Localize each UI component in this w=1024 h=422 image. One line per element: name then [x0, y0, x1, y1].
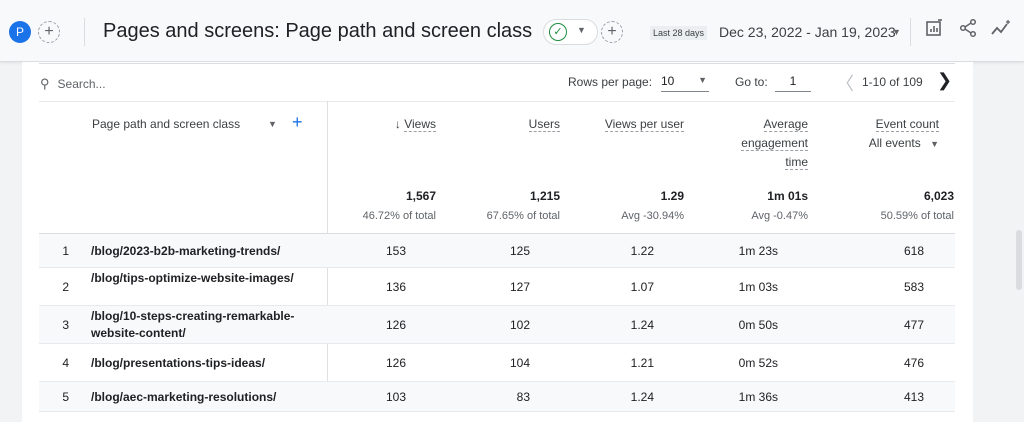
- cell-views: 126: [385, 356, 406, 370]
- goto-label: Go to:: [735, 75, 768, 89]
- column-total: 6,023: [923, 189, 954, 203]
- table-row[interactable]: 4 /blog/presentations-tips-ideas/126 104 1…: [39, 344, 955, 382]
- column-header-views-per-user[interactable]: Views per user: [604, 115, 684, 134]
- search-placeholder: Search...: [57, 77, 106, 91]
- page-title: Pages and screens: Page path and screen …: [103, 20, 533, 42]
- column-header-event-count[interactable]: Event count All events ▼: [869, 115, 939, 154]
- cell-events: 583: [903, 280, 924, 294]
- cell-views: 136: [385, 280, 406, 294]
- table-row[interactable]: 1 /blog/2023-b2b-marketing-trends/153 125…: [39, 234, 955, 268]
- add-filter-button[interactable]: +: [601, 21, 623, 43]
- cell-time: 0m 50s: [738, 318, 778, 332]
- column-total-percent: 46.72% of total: [362, 210, 436, 222]
- divider: [39, 63, 955, 64]
- cell-time: 0m 52s: [738, 356, 778, 370]
- chevron-down-icon: ▼: [577, 25, 586, 35]
- column-total-percent: Avg -30.94%: [621, 210, 684, 222]
- cell-views: 103: [385, 390, 406, 404]
- row-number: 5: [62, 390, 69, 404]
- column-total: 1.29: [660, 189, 684, 203]
- cell-events: 618: [903, 244, 924, 258]
- cell-events: 476: [903, 356, 924, 370]
- page-path[interactable]: /blog/aec-marketing-resolutions/: [91, 389, 321, 406]
- column-total: 1,567: [405, 189, 436, 203]
- report-status-chip[interactable]: ✓ ▼: [543, 19, 598, 45]
- column-total-percent: 67.65% of total: [486, 210, 560, 222]
- column-header-users[interactable]: Users: [528, 115, 560, 134]
- cell-time: 1m 03s: [738, 280, 778, 294]
- column-total-percent: Avg -0.47%: [751, 210, 808, 222]
- cell-vpu: 1.22: [630, 244, 654, 258]
- divider: [910, 18, 911, 46]
- pagination-range: 1-10 of 109: [862, 75, 923, 89]
- add-dimension-button[interactable]: +: [292, 112, 303, 133]
- cell-vpu: 1.24: [630, 318, 654, 332]
- row-number: 3: [62, 318, 69, 332]
- customize-report-icon[interactable]: [921, 18, 947, 44]
- goto-page-input[interactable]: 1: [775, 72, 811, 92]
- search-input[interactable]: ⚲ Search...: [40, 76, 106, 92]
- date-range-picker[interactable]: Dec 23, 2022 - Jan 19, 2023: [719, 24, 896, 40]
- previous-page-icon[interactable]: 〈: [836, 70, 854, 96]
- rows-per-page-label: Rows per page:: [568, 75, 653, 89]
- cell-vpu: 1.24: [630, 390, 654, 404]
- cell-users: 83: [516, 390, 530, 404]
- row-number: 1: [62, 244, 69, 258]
- cell-users: 125: [509, 244, 530, 258]
- cell-users: 127: [509, 280, 530, 294]
- cell-views: 126: [385, 318, 406, 332]
- page-path[interactable]: /blog/10-steps-creating-remarkable-websi…: [91, 308, 321, 342]
- page-path[interactable]: /blog/2023-b2b-marketing-trends/: [91, 243, 321, 260]
- page-path[interactable]: /blog/tips-optimize-website-images/: [91, 270, 321, 287]
- share-icon[interactable]: [955, 18, 981, 44]
- cell-vpu: 1.21: [630, 356, 654, 370]
- rows-per-page-value: 10: [661, 74, 675, 88]
- column-total: 1m 01s: [767, 189, 808, 203]
- cell-vpu: 1.07: [630, 280, 654, 294]
- cell-events: 413: [903, 390, 924, 404]
- column-header-avg-engagement-time[interactable]: Average engagement time: [718, 115, 808, 172]
- cell-time: 1m 23s: [738, 244, 778, 258]
- chevron-down-icon: ▼: [698, 75, 707, 85]
- dimension-header[interactable]: Page path and screen class: [92, 117, 240, 131]
- column-total: 1,215: [529, 189, 560, 203]
- sort-desc-icon: ↓: [394, 117, 401, 131]
- cell-users: 102: [509, 318, 530, 332]
- row-number: 2: [62, 280, 69, 294]
- report-header: P + Pages and screens: Page path and scr…: [0, 0, 1024, 62]
- add-comparison-button[interactable]: +: [38, 21, 60, 43]
- column-total-percent: 50.59% of total: [880, 210, 954, 222]
- scrollbar[interactable]: [1016, 230, 1022, 290]
- chevron-down-icon[interactable]: ▼: [930, 139, 939, 149]
- insights-icon[interactable]: [988, 18, 1014, 44]
- next-page-icon[interactable]: ❯: [937, 70, 952, 91]
- row-number: 4: [62, 356, 69, 370]
- column-header-views[interactable]: ↓ Views: [395, 115, 436, 134]
- cell-events: 477: [903, 318, 924, 332]
- event-filter-select[interactable]: All events: [869, 136, 921, 150]
- divider: [84, 18, 85, 46]
- date-preset-label: Last 28 days: [650, 26, 708, 40]
- search-icon: ⚲: [40, 76, 50, 91]
- cell-time: 1m 36s: [738, 390, 778, 404]
- chevron-down-icon[interactable]: ▼: [892, 27, 901, 37]
- table-row[interactable]: 2 /blog/tips-optimize-website-images/136…: [39, 268, 955, 306]
- table-row[interactable]: 5 /blog/aec-marketing-resolutions/103 83 1…: [39, 382, 955, 412]
- property-avatar[interactable]: P: [9, 21, 31, 43]
- chevron-down-icon[interactable]: ▼: [268, 119, 277, 129]
- rows-per-page-select[interactable]: 10 ▼: [661, 72, 709, 92]
- cell-users: 104: [509, 356, 530, 370]
- cell-views: 153: [385, 244, 406, 258]
- table-row[interactable]: 3 /blog/10-steps-creating-remarkable-web…: [39, 306, 955, 344]
- page-path[interactable]: /blog/presentations-tips-ideas/: [91, 355, 321, 372]
- check-circle-icon: ✓: [549, 23, 567, 41]
